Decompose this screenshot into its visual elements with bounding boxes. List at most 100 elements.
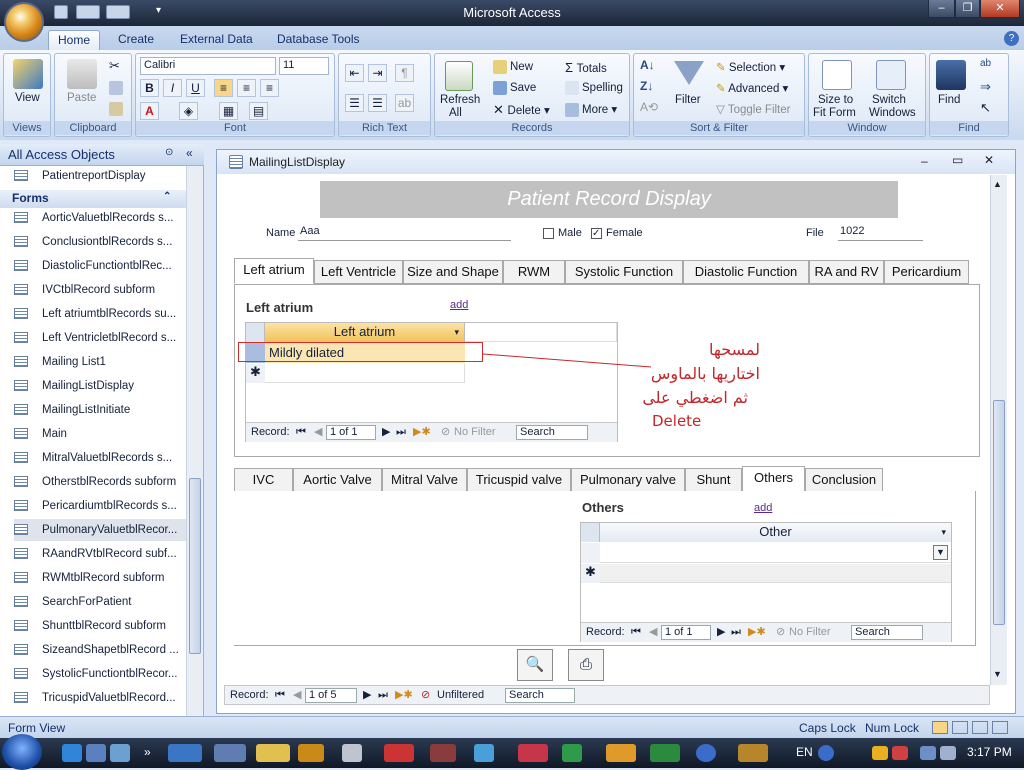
nav-item[interactable]: Main — [14, 423, 186, 445]
switch-windows-label[interactable]: Windows — [869, 107, 916, 119]
male-checkbox[interactable] — [543, 228, 554, 239]
decrease-indent-button[interactable]: ⇤ — [345, 64, 364, 82]
size-to-fit-label[interactable]: Fit Form — [813, 107, 856, 119]
nav-item[interactable]: ConclusiontblRecords s... — [14, 231, 186, 253]
nav-section-forms[interactable]: Forms ⌃ — [0, 190, 186, 208]
new-record-nav-icon[interactable]: ▶✱ — [748, 623, 766, 642]
print-button[interactable]: ⎙ — [568, 649, 604, 681]
alternate-fill-button[interactable]: ▤ — [249, 102, 268, 120]
nav-item[interactable]: SystolicFunctiontblRecor... — [14, 663, 186, 685]
nav-item[interactable]: ShunttblRecord subform — [14, 615, 186, 637]
filter-button[interactable]: Filter — [675, 94, 701, 106]
save-icon[interactable] — [54, 5, 68, 19]
select-all-icon[interactable] — [246, 323, 265, 342]
taskbar-app2-icon[interactable] — [430, 744, 456, 762]
clock[interactable]: 3:17 PM — [967, 745, 1012, 759]
subform2-add-link[interactable]: add — [754, 502, 772, 514]
sort-ascending-icon[interactable]: A↓ — [640, 58, 655, 72]
nav-item[interactable]: Left atriumtblRecords su... — [14, 303, 186, 325]
column-header[interactable]: Left atrium ▾ — [265, 323, 465, 342]
tray-icon-1[interactable] — [872, 746, 888, 760]
new-record-cell[interactable] — [600, 564, 951, 583]
increase-indent-button[interactable]: ⇥ — [368, 64, 387, 82]
qat-customize-icon[interactable]: ▾ — [156, 5, 161, 16]
desktop-icon[interactable] — [86, 744, 106, 762]
current-record-input[interactable]: 1 of 1 — [661, 625, 711, 640]
taskbar-calculator-icon[interactable] — [342, 744, 362, 762]
restore-button[interactable]: ❐ — [955, 0, 980, 18]
bold-button[interactable]: B — [140, 79, 159, 97]
scroll-down-icon[interactable]: ▼ — [993, 669, 1002, 679]
new-record-nav-icon[interactable]: ▶✱ — [395, 686, 413, 705]
nav-dropdown-icon[interactable]: ⊙ — [165, 147, 173, 158]
sort-descending-icon[interactable]: Z↓ — [640, 79, 653, 93]
nav-item[interactable]: MailingListInitiate — [14, 399, 186, 421]
close-button[interactable]: ✕ — [980, 0, 1020, 18]
print-preview-button[interactable]: 🔍 — [517, 649, 553, 681]
nav-item[interactable]: Mailing List1 — [14, 351, 186, 373]
selection-button[interactable]: Selection — [729, 62, 776, 74]
current-record-input[interactable]: 1 of 1 — [326, 425, 376, 440]
nav-item[interactable]: OtherstblRecords subform — [14, 471, 186, 493]
taskbar-app4-icon[interactable] — [518, 744, 548, 762]
align-left-button[interactable]: ≡ — [214, 79, 233, 97]
office-button[interactable] — [4, 2, 44, 42]
tab-mitral-valve[interactable]: Mitral Valve — [382, 468, 467, 492]
no-filter-button[interactable]: No Filter — [454, 423, 496, 442]
help-icon[interactable]: ? — [1004, 31, 1019, 46]
nav-item[interactable]: RAandRVtblRecord subf... — [14, 543, 186, 565]
totals-button[interactable]: Totals — [577, 63, 607, 75]
nav-item[interactable]: SearchForPatient — [14, 591, 186, 613]
size-to-fit-button[interactable]: Size to — [818, 94, 853, 106]
font-size-select[interactable]: 11 — [279, 57, 329, 75]
tab-ivc[interactable]: IVC — [234, 468, 293, 492]
prev-record-icon[interactable]: ◀ — [649, 623, 657, 642]
tab-aortic-valve[interactable]: Aortic Valve — [293, 468, 382, 492]
nav-item[interactable]: DiastolicFunctiontblRec... — [14, 255, 186, 277]
undo-icon[interactable] — [76, 5, 100, 19]
highlight-button[interactable]: ab — [395, 94, 414, 112]
taskbar-app-icon[interactable] — [384, 744, 414, 762]
clear-sort-icon[interactable]: A⟲ — [640, 100, 658, 114]
view-button[interactable]: View — [15, 92, 40, 104]
network-icon[interactable] — [920, 746, 936, 760]
tab-diastolic-function[interactable]: Diastolic Function — [683, 260, 809, 284]
layout-view-icon[interactable] — [972, 721, 988, 734]
minimize-button[interactable]: – — [928, 0, 955, 18]
file-field[interactable]: 1022 — [838, 225, 923, 241]
new-record-nav-icon[interactable]: ▶✱ — [413, 423, 431, 442]
taskbar-app3-icon[interactable] — [474, 744, 494, 762]
spelling-button[interactable]: Spelling — [582, 82, 623, 94]
record-selector[interactable] — [581, 543, 600, 563]
explorer-icon[interactable] — [110, 744, 130, 762]
paste-button[interactable]: Paste — [67, 92, 96, 104]
cut-icon[interactable]: ✂ — [109, 58, 120, 74]
nav-item[interactable]: SizeandShapetblRecord ... — [14, 639, 186, 661]
advanced-button[interactable]: Advanced — [728, 83, 779, 95]
nav-item[interactable]: IVCtblRecord subform — [14, 279, 186, 301]
name-field[interactable]: Aaa — [298, 225, 511, 241]
nav-scrollbar[interactable] — [186, 166, 203, 716]
toggle-filter-button[interactable]: Toggle Filter — [728, 104, 791, 116]
gridlines-button[interactable]: ▦ — [219, 102, 238, 120]
nav-item[interactable]: PulmonaryValuetblRecor... — [14, 519, 186, 541]
taskbar-word-icon[interactable] — [214, 744, 246, 762]
form-view-icon[interactable] — [932, 721, 948, 734]
nav-item[interactable]: PericardiumtblRecords s... — [14, 495, 186, 517]
nav-item[interactable]: RWMtblRecord subform — [14, 567, 186, 589]
nav-item[interactable]: PatientreportDisplay — [14, 165, 186, 187]
taskbar-app5-icon[interactable] — [562, 744, 582, 762]
female-checkbox[interactable]: ✓ — [591, 228, 602, 239]
select-all-icon[interactable] — [581, 523, 600, 542]
font-color-button[interactable]: A — [140, 102, 159, 120]
column-dropdown-icon[interactable]: ▾ — [941, 523, 946, 541]
prev-record-icon[interactable]: ◀ — [293, 686, 301, 705]
bullets-button[interactable]: ☰ — [368, 94, 387, 112]
nav-item[interactable]: MitralValuetblRecords s... — [14, 447, 186, 469]
scroll-up-icon[interactable]: ▲ — [993, 179, 1002, 189]
copy-icon[interactable] — [109, 81, 123, 95]
first-record-icon[interactable]: ⏮ — [275, 686, 285, 705]
first-record-icon[interactable]: ⏮ — [296, 423, 306, 442]
tab-left-atrium[interactable]: Left atrium — [234, 258, 314, 284]
form-scroll-thumb[interactable] — [993, 400, 1005, 625]
